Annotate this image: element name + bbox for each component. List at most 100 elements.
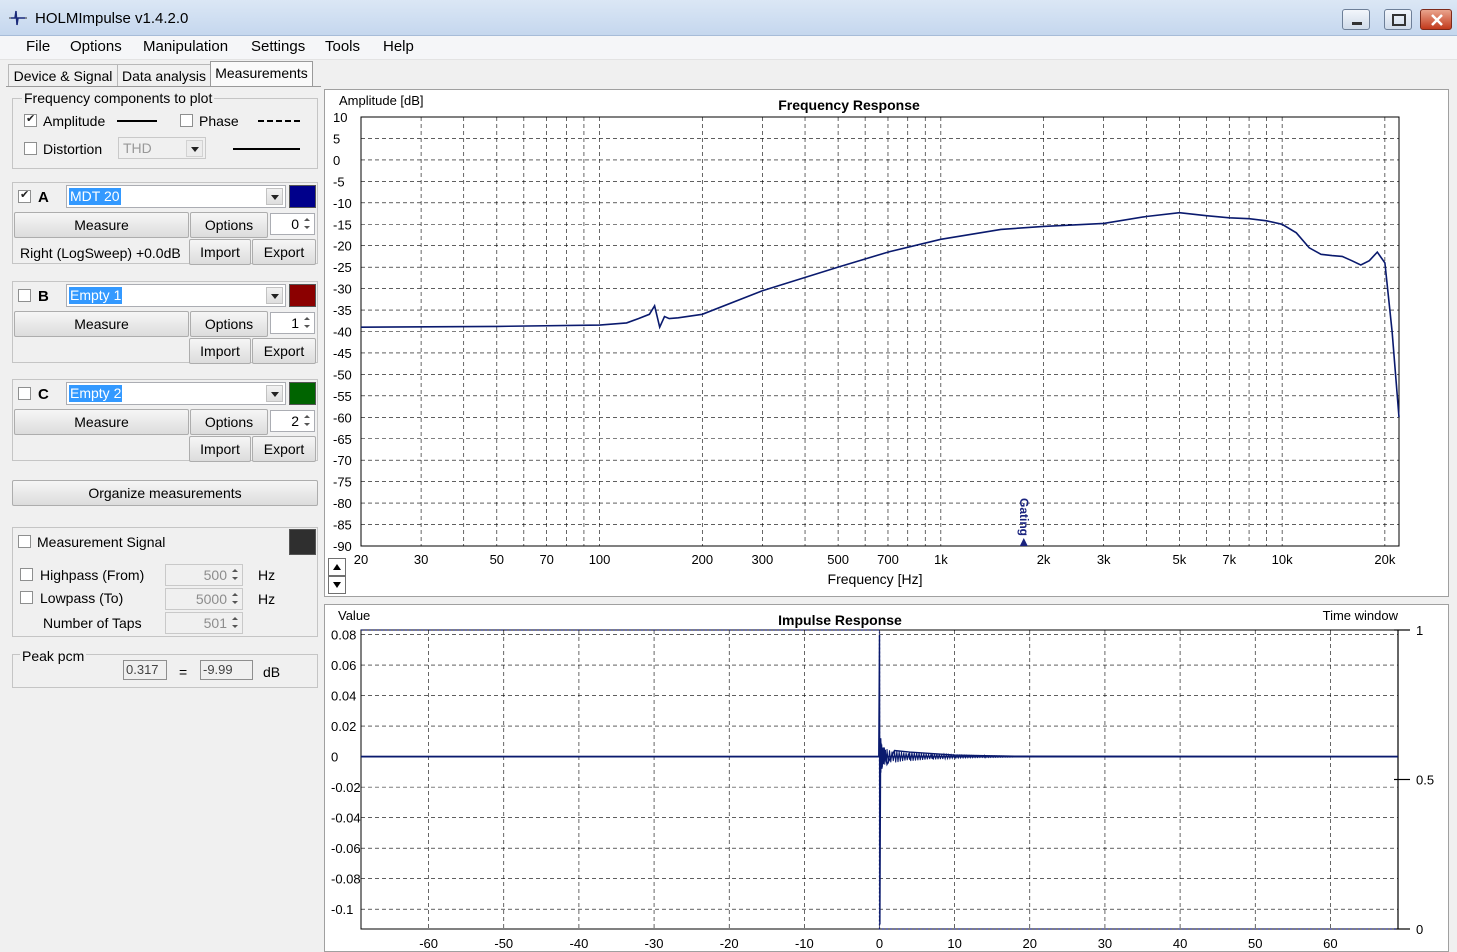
freq-y-axis-label: Amplitude [dB] xyxy=(339,93,424,108)
freq-y-tick-label: -20 xyxy=(333,239,352,254)
channel-c-color-swatch[interactable] xyxy=(289,382,316,405)
tab-data-analysis[interactable]: Data analysis xyxy=(117,64,211,86)
channel-a-checkbox[interactable] xyxy=(18,188,31,203)
spin-up-icon[interactable] xyxy=(301,215,313,224)
freq-x-tick-label: 3k xyxy=(1097,552,1111,567)
scroll-down-button[interactable] xyxy=(328,576,346,594)
menu-help[interactable]: Help xyxy=(383,38,414,55)
amplitude-checkbox[interactable] xyxy=(24,112,37,127)
peak-db-value: -9.99 xyxy=(200,660,253,680)
channel-c-checkbox[interactable] xyxy=(18,387,31,400)
measurement-signal-color-swatch[interactable] xyxy=(289,529,316,555)
amplitude-label: Amplitude xyxy=(43,113,106,129)
spin-down-icon[interactable] xyxy=(301,224,313,233)
channel-b-options-button[interactable]: Options xyxy=(190,311,268,337)
spin-up-icon[interactable] xyxy=(229,566,241,575)
maximize-button[interactable] xyxy=(1384,9,1412,30)
peak-pcm-value: 0.317 xyxy=(123,660,167,680)
close-button[interactable] xyxy=(1420,9,1452,30)
channel-a-options-button[interactable]: Options xyxy=(190,212,268,238)
channel-c-export-button[interactable]: Export xyxy=(252,436,316,462)
channel-a-import-button[interactable]: Import xyxy=(189,239,251,265)
measurement-signal-checkbox[interactable] xyxy=(18,535,31,548)
highpass-spin[interactable]: 500 xyxy=(165,564,243,586)
channel-b-checkbox[interactable] xyxy=(18,289,31,302)
freq-y-tick-label: -10 xyxy=(333,196,352,211)
taps-spin[interactable]: 501 xyxy=(165,612,243,634)
equals-sign: = xyxy=(179,664,188,680)
menu-file[interactable]: File xyxy=(26,38,50,55)
spin-up-icon[interactable] xyxy=(229,590,241,599)
channel-c-spin[interactable]: 2 xyxy=(270,410,315,432)
distortion-select-value: THD xyxy=(123,140,152,156)
time-window-tick-label: 1 xyxy=(1416,623,1423,638)
tab-measurements[interactable]: Measurements xyxy=(210,61,313,87)
time-window-label: Time window xyxy=(1323,608,1399,623)
amplitude-line-sample xyxy=(117,120,157,122)
freq-x-tick-label: 2k xyxy=(1037,552,1051,567)
highpass-checkbox[interactable] xyxy=(20,568,33,581)
tab-device-signal[interactable]: Device & Signal xyxy=(8,64,118,86)
freq-y-tick-label: -35 xyxy=(333,303,352,318)
spin-down-icon[interactable] xyxy=(301,421,313,430)
spin-up-icon[interactable] xyxy=(301,412,313,421)
freq-y-tick-label: -40 xyxy=(333,325,352,340)
channel-a-export-button[interactable]: Export xyxy=(252,239,316,265)
taps-value: 501 xyxy=(203,615,227,631)
impulse-response-chart: Value Impulse Response Time window -60 -5… xyxy=(331,608,1434,951)
chevron-down-icon xyxy=(266,287,283,304)
channel-c-import-button[interactable]: Import xyxy=(189,436,251,462)
freq-y-tick-label: 5 xyxy=(333,131,340,146)
spin-up-icon[interactable] xyxy=(301,314,313,323)
lowpass-spin[interactable]: 5000 xyxy=(165,588,243,610)
minimize-button[interactable] xyxy=(1342,9,1370,30)
spin-down-icon[interactable] xyxy=(229,575,241,584)
channel-b-color-swatch[interactable] xyxy=(289,284,316,307)
channel-c-options-button[interactable]: Options xyxy=(190,409,268,435)
freq-chart-title: Frequency Response xyxy=(778,97,920,113)
channel-b-name-select[interactable]: Empty 1 xyxy=(66,284,286,307)
channel-c-measure-button[interactable]: Measure xyxy=(14,409,189,435)
spin-up-icon[interactable] xyxy=(229,614,241,623)
imp-x-tick-label: -20 xyxy=(720,936,739,951)
menu-manipulation[interactable]: Manipulation xyxy=(143,38,228,55)
channel-b-measure-button[interactable]: Measure xyxy=(14,311,189,337)
freq-x-tick-label: 300 xyxy=(752,552,774,567)
highpass-value: 500 xyxy=(203,567,227,583)
peak-unit: dB xyxy=(263,664,281,680)
freq-x-tick-label: 1k xyxy=(934,552,948,567)
organize-measurements-button[interactable]: Organize measurements xyxy=(12,480,318,506)
channel-a-color-swatch[interactable] xyxy=(289,185,316,208)
freq-y-tick-label: -45 xyxy=(333,346,352,361)
lowpass-value: 5000 xyxy=(195,591,227,607)
distortion-checkbox[interactable] xyxy=(24,142,37,155)
scroll-up-button[interactable] xyxy=(328,558,346,576)
channel-b-spin[interactable]: 1 xyxy=(270,312,315,334)
spin-down-icon[interactable] xyxy=(301,323,313,332)
spin-down-icon[interactable] xyxy=(229,599,241,608)
channel-a-measure-button[interactable]: Measure xyxy=(14,212,189,238)
freq-x-tick-label: 10k xyxy=(1272,552,1293,567)
window-title: HOLMImpulse v1.4.2.0 xyxy=(35,10,189,27)
frequency-components-title: Frequency components to plot xyxy=(22,90,215,106)
phase-line-sample xyxy=(258,120,300,122)
menu-bar: File Options Manipulation Settings Tools… xyxy=(0,36,1457,60)
phase-checkbox[interactable] xyxy=(180,114,193,127)
imp-x-tick-label: 10 xyxy=(947,936,961,951)
menu-tools[interactable]: Tools xyxy=(325,38,360,55)
channel-a-name-select[interactable]: MDT 20 xyxy=(66,185,286,208)
imp-y-tick-label: -0.04 xyxy=(331,811,361,826)
channel-a-spin[interactable]: 0 xyxy=(270,213,315,235)
channel-b-export-button[interactable]: Export xyxy=(252,338,316,364)
menu-options[interactable]: Options xyxy=(70,38,122,55)
menu-settings[interactable]: Settings xyxy=(251,38,305,55)
freq-y-tick-label: -50 xyxy=(333,367,352,382)
distortion-select[interactable]: THD xyxy=(118,137,206,159)
imp-y-tick-label: -0.06 xyxy=(331,841,361,856)
spin-down-icon[interactable] xyxy=(229,623,241,632)
imp-y-tick-label: 0.02 xyxy=(331,719,356,734)
imp-y-axis-label: Value xyxy=(338,608,370,623)
lowpass-checkbox[interactable] xyxy=(20,591,33,604)
channel-c-name-select[interactable]: Empty 2 xyxy=(66,382,286,405)
channel-b-import-button[interactable]: Import xyxy=(189,338,251,364)
